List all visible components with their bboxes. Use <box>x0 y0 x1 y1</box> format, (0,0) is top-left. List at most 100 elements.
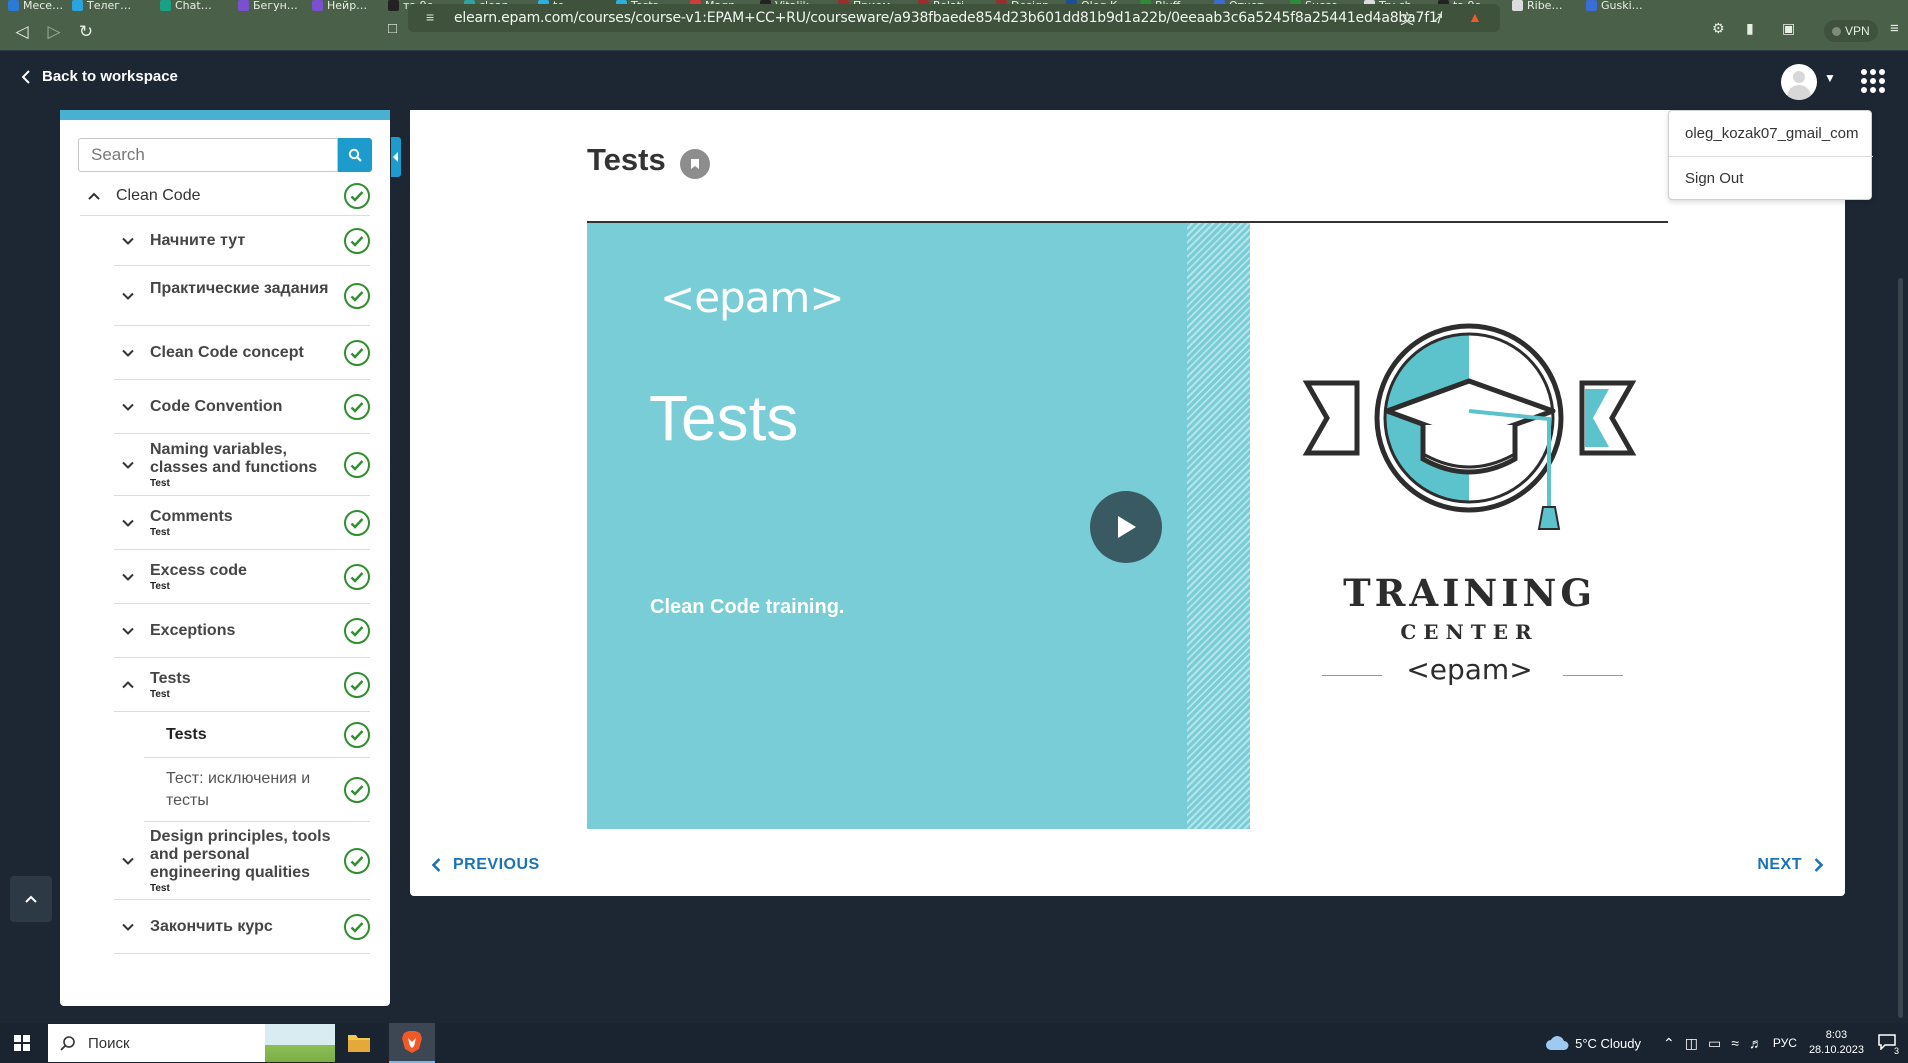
taskbar-search-box[interactable]: Поиск <box>48 1024 335 1062</box>
subsection-excess-code[interactable]: Excess code Test <box>114 550 370 604</box>
subsection-type-label: Test <box>150 580 170 592</box>
bookmark-page-icon[interactable]: □ <box>388 20 397 37</box>
browser-tab[interactable]: Бегун… <box>238 0 318 12</box>
subsection-type-label: Test <box>150 688 170 700</box>
chevron-down-icon <box>122 573 134 581</box>
bookmark-button[interactable] <box>680 149 710 179</box>
lms-header: Back to workspace ▼ <box>0 50 1908 110</box>
chevron-left-icon <box>22 69 30 84</box>
search-button[interactable] <box>338 138 372 172</box>
vpn-status-icon <box>1832 26 1841 36</box>
browser-tab[interactable]: Телег… <box>72 0 152 12</box>
show-hidden-icons-chevron-icon[interactable]: ⌃ <box>1663 1035 1675 1052</box>
subsection-exceptions[interactable]: Exceptions <box>114 604 370 658</box>
weather-text[interactable]: 5°C Cloudy <box>1575 1036 1641 1051</box>
subsection-code-convention[interactable]: Code Convention <box>114 380 370 434</box>
subsection-start-here[interactable]: Начните тут <box>114 216 370 266</box>
apps-grid-icon[interactable] <box>1861 69 1885 93</box>
subsection-comments[interactable]: Comments Test <box>114 496 370 550</box>
next-button[interactable]: NEXT <box>1757 856 1823 874</box>
previous-button[interactable]: PREVIOUS <box>432 856 540 874</box>
clock[interactable]: 8:03 28.10.2023 <box>1809 1028 1864 1058</box>
unit-test-exceptions-tests[interactable]: Тест: исключения и тесты <box>144 758 370 822</box>
checkmark-circle-icon <box>344 563 370 590</box>
vpn-button[interactable]: VPN <box>1824 20 1878 42</box>
caret-down-icon[interactable]: ▼ <box>1824 71 1836 85</box>
url-text[interactable]: elearn.epam.com/courses/course-v1:EPAM+C… <box>454 10 1442 26</box>
subsection-label: Tests <box>150 669 191 687</box>
browser-tab[interactable]: Ribe… <box>1512 0 1592 12</box>
sidebar-banner <box>60 110 390 120</box>
usb-device-icon[interactable]: ◫ <box>1685 1035 1698 1052</box>
brave-browser-taskbar-icon[interactable] <box>389 1023 435 1063</box>
sidebar-panel-icon[interactable]: ▮ <box>1746 20 1754 37</box>
subsection-tests[interactable]: Tests Test <box>114 658 370 712</box>
menu-item-username[interactable]: oleg_kozak07_gmail_com <box>1685 125 1858 142</box>
wifi-icon[interactable]: ≈ <box>1731 1035 1739 1051</box>
logo-center-text: CENTER <box>1400 620 1539 644</box>
extensions-icon[interactable]: ⚙ <box>1712 20 1725 37</box>
battery-icon[interactable]: ▭ <box>1708 1035 1721 1052</box>
user-dropdown-menu: oleg_kozak07_gmail_com Sign Out <box>1668 110 1873 200</box>
chevron-down-icon <box>122 857 134 865</box>
chevron-down-icon <box>122 627 134 635</box>
subsection-naming-variables[interactable]: Naming variables, classes and functions … <box>114 434 370 496</box>
avatar[interactable] <box>1781 64 1817 100</box>
collapse-sidebar-button[interactable] <box>391 137 401 177</box>
subsection-practical-tasks[interactable]: Практические задания <box>114 266 370 326</box>
back-arrow-icon[interactable]: ◁ <box>8 18 36 46</box>
subsection-label: Закончить курс <box>150 918 273 935</box>
graduation-cap-emblem-icon <box>1302 323 1637 530</box>
video-player[interactable]: <epam> Tests Clean Code training. TRAINI… <box>587 223 1668 829</box>
bookmark-icon <box>691 159 699 169</box>
notification-center-icon[interactable]: 3 <box>1878 1033 1901 1056</box>
windows-start-icon[interactable] <box>14 1035 30 1051</box>
checkmark-circle-icon <box>344 227 370 254</box>
search-icon <box>348 148 362 162</box>
volume-icon[interactable]: ♬ <box>1749 1035 1763 1051</box>
forward-arrow-icon[interactable]: ▷ <box>40 18 68 46</box>
wallet-icon[interactable]: ▣ <box>1782 20 1795 37</box>
subsection-design-principles[interactable]: Design principles, tools and personal en… <box>114 822 370 900</box>
subsection-label: Clean Code concept <box>150 344 304 361</box>
brave-shields-icon[interactable]: ▲ <box>1468 9 1482 25</box>
input-language[interactable]: РУС <box>1773 1036 1797 1050</box>
subsection-label: Comments <box>150 507 233 525</box>
subsection-clean-code-concept[interactable]: Clean Code concept <box>114 326 370 380</box>
file-explorer-icon[interactable] <box>347 1031 371 1053</box>
system-tray: 5°C Cloudy ⌃ ◫ ▭ ≈ ♬ РУС 8:03 28.10.2023… <box>1545 1023 1908 1063</box>
menu-divider <box>1669 156 1873 157</box>
chevron-down-icon <box>122 519 134 527</box>
translate-icon[interactable]: 文 <box>1400 9 1414 29</box>
site-settings-icon[interactable]: ≡ <box>426 9 434 25</box>
browser-menu-icon[interactable]: ≡ <box>1890 20 1899 37</box>
checkmark-circle-icon <box>344 393 370 420</box>
back-to-workspace-link[interactable]: Back to workspace <box>22 68 178 85</box>
outline-search-input[interactable] <box>78 138 338 172</box>
search-highlight-image <box>265 1024 335 1062</box>
chevron-down-icon <box>122 403 134 411</box>
subsection-finish-course[interactable]: Закончить курс <box>114 900 370 954</box>
browser-tab[interactable]: Нейр… <box>312 0 392 12</box>
tab-favicon-icon <box>312 0 323 11</box>
scroll-to-top-button[interactable] <box>10 876 52 922</box>
course-outline-sidebar: Clean Code Начните тут Практические зада… <box>60 110 390 1006</box>
reload-icon[interactable]: ↻ <box>72 18 100 46</box>
tab-favicon-icon <box>160 0 171 11</box>
logo-training-text: TRAINING <box>1343 571 1596 615</box>
section-clean-code[interactable]: Clean Code <box>80 176 370 216</box>
tab-favicon-icon <box>1586 0 1597 11</box>
unit-label: Тест: исключения и тесты <box>166 769 311 809</box>
chevron-down-icon <box>122 461 134 469</box>
menu-item-sign-out[interactable]: Sign Out <box>1685 170 1743 187</box>
unit-tests-current[interactable]: Tests <box>144 712 370 758</box>
checkmark-circle-icon <box>344 721 370 748</box>
tab-favicon-icon <box>238 0 249 11</box>
address-bar[interactable]: ≡ elearn.epam.com/courses/course-v1:EPAM… <box>408 4 1500 32</box>
browser-tab[interactable]: Chat… <box>160 0 240 12</box>
page-scrollbar[interactable] <box>1898 278 1903 1018</box>
share-icon[interactable]: ↗ <box>1432 9 1444 26</box>
browser-tab[interactable]: Guski… <box>1586 0 1666 12</box>
play-button[interactable] <box>1090 491 1162 563</box>
windows-taskbar: Поиск 5°C Cloudy ⌃ ◫ ▭ ≈ ♬ РУС 8:03 28.1… <box>0 1023 1908 1063</box>
